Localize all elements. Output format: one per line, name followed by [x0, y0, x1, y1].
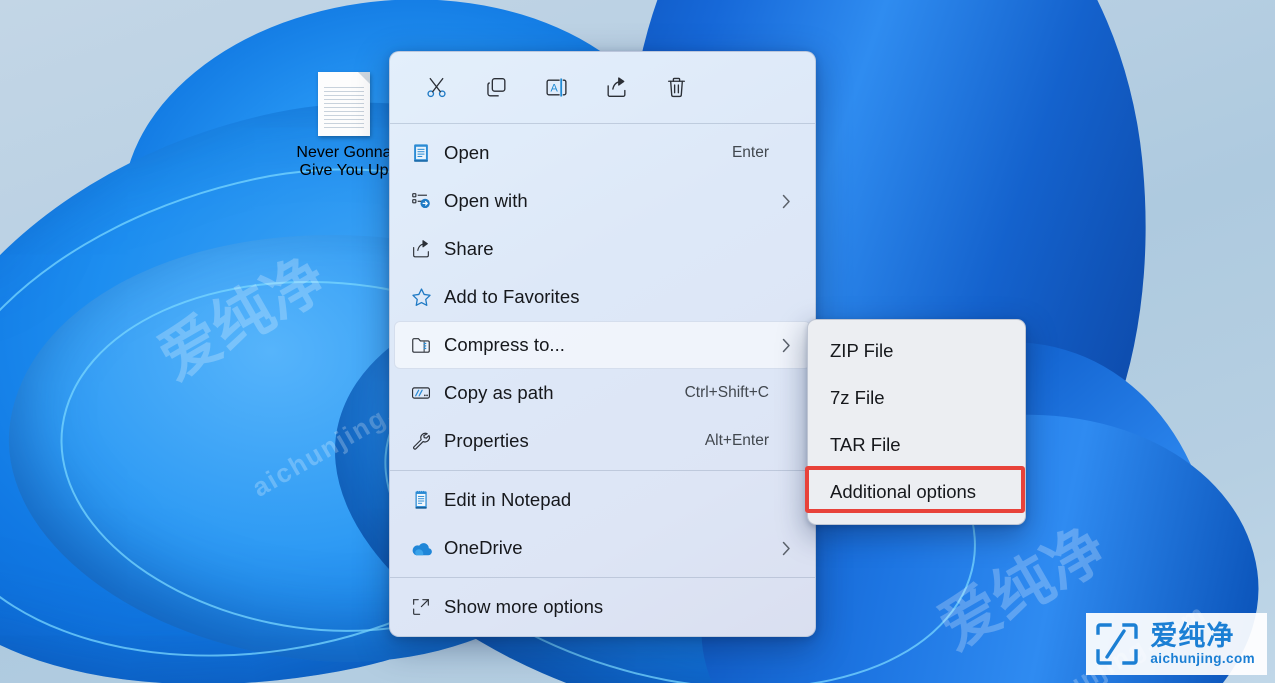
- copy-icon: [484, 75, 509, 100]
- notepad-icon: [410, 489, 444, 511]
- chevron-right-icon: [775, 193, 797, 210]
- menu-item-label: Open with: [444, 190, 528, 211]
- menu-item-open[interactable]: Open Enter: [394, 129, 811, 177]
- svg-text:A: A: [550, 83, 558, 95]
- context-menu-toolbar: A: [390, 52, 815, 123]
- chevron-right-icon: [775, 540, 797, 557]
- page-watermark: 爱纯净: [147, 243, 338, 392]
- menu-item-accelerator: Alt+Enter: [704, 432, 769, 449]
- notepad-icon: [410, 142, 444, 164]
- wrench-icon: [410, 430, 444, 452]
- rename-icon: A: [544, 75, 569, 100]
- cut-button[interactable]: [406, 66, 466, 110]
- share-icon: [604, 75, 629, 100]
- delete-button[interactable]: [646, 66, 706, 110]
- share-button[interactable]: [586, 66, 646, 110]
- desktop-file-label: Never Gonna Give You Up: [296, 144, 392, 179]
- site-logo-watermark: 爱纯净 aichunjing.com: [1086, 613, 1267, 675]
- copy-button[interactable]: [466, 66, 526, 110]
- logo-text-cn: 爱纯净: [1150, 621, 1235, 652]
- aichunjing-logo-icon: [1094, 621, 1140, 667]
- show-more-options-icon: [410, 596, 444, 618]
- menu-item-open-with[interactable]: Open with: [394, 177, 811, 225]
- desktop-file-icon[interactable]: Never Gonna Give You Up: [286, 72, 402, 180]
- menu-item-label: OneDrive: [444, 537, 523, 558]
- menu-item-accelerator: Enter: [731, 144, 769, 161]
- star-icon: [410, 286, 444, 309]
- menu-item-add-to-favorites[interactable]: Add to Favorites: [394, 273, 811, 321]
- menu-item-accelerator: Ctrl+Shift+C: [684, 384, 769, 401]
- share-icon: [410, 238, 444, 260]
- chevron-right-icon: [775, 337, 797, 354]
- text-file-icon: [318, 72, 370, 136]
- menu-item-label: Add to Favorites: [444, 286, 580, 307]
- context-menu: A Open Enter Open with Share Add to Favo…: [389, 51, 816, 637]
- menu-item-edit-in-notepad[interactable]: Edit in Notepad: [394, 476, 811, 524]
- compress-folder-icon: [410, 334, 444, 356]
- logo-text-en: aichunjing.com: [1150, 650, 1255, 666]
- desktop-background: 爱纯净 aichunjing.com 爱纯净 aichunjing.com Ne…: [0, 0, 1275, 683]
- menu-item-label: Share: [444, 238, 494, 259]
- rename-button[interactable]: A: [526, 66, 586, 110]
- context-menu-group: Show more options: [390, 578, 815, 636]
- menu-item-show-more-options[interactable]: Show more options: [394, 583, 811, 631]
- submenu-item-tar-file[interactable]: TAR File: [808, 421, 1025, 468]
- onedrive-cloud-icon: [410, 536, 444, 560]
- context-menu-group: Open Enter Open with Share Add to Favori…: [390, 124, 815, 470]
- menu-item-label: Edit in Notepad: [444, 489, 572, 510]
- context-menu-group: Edit in Notepad OneDrive: [390, 471, 815, 577]
- menu-item-label: Open: [444, 142, 490, 163]
- menu-item-copy-as-path[interactable]: Copy as path Ctrl+Shift+C: [394, 369, 811, 417]
- cut-icon: [424, 75, 449, 100]
- submenu-item-zip-file[interactable]: ZIP File: [808, 327, 1025, 374]
- menu-item-label: Show more options: [444, 596, 604, 617]
- menu-item-onedrive[interactable]: OneDrive: [394, 524, 811, 572]
- compress-to-submenu: ZIP File 7z File TAR File Additional opt…: [807, 319, 1026, 525]
- text-file-lines: [324, 87, 364, 129]
- menu-item-label: Compress to...: [444, 334, 565, 355]
- menu-item-properties[interactable]: Properties Alt+Enter: [394, 417, 811, 465]
- delete-icon: [664, 75, 689, 100]
- submenu-item-7z-file[interactable]: 7z File: [808, 374, 1025, 421]
- menu-item-share[interactable]: Share: [394, 225, 811, 273]
- open-with-icon: [410, 190, 444, 212]
- menu-item-label: Copy as path: [444, 382, 554, 403]
- menu-item-label: Properties: [444, 430, 529, 451]
- menu-item-compress-to[interactable]: Compress to...: [394, 321, 811, 369]
- copy-path-icon: [410, 382, 444, 404]
- submenu-item-additional-options[interactable]: Additional options: [808, 468, 1025, 515]
